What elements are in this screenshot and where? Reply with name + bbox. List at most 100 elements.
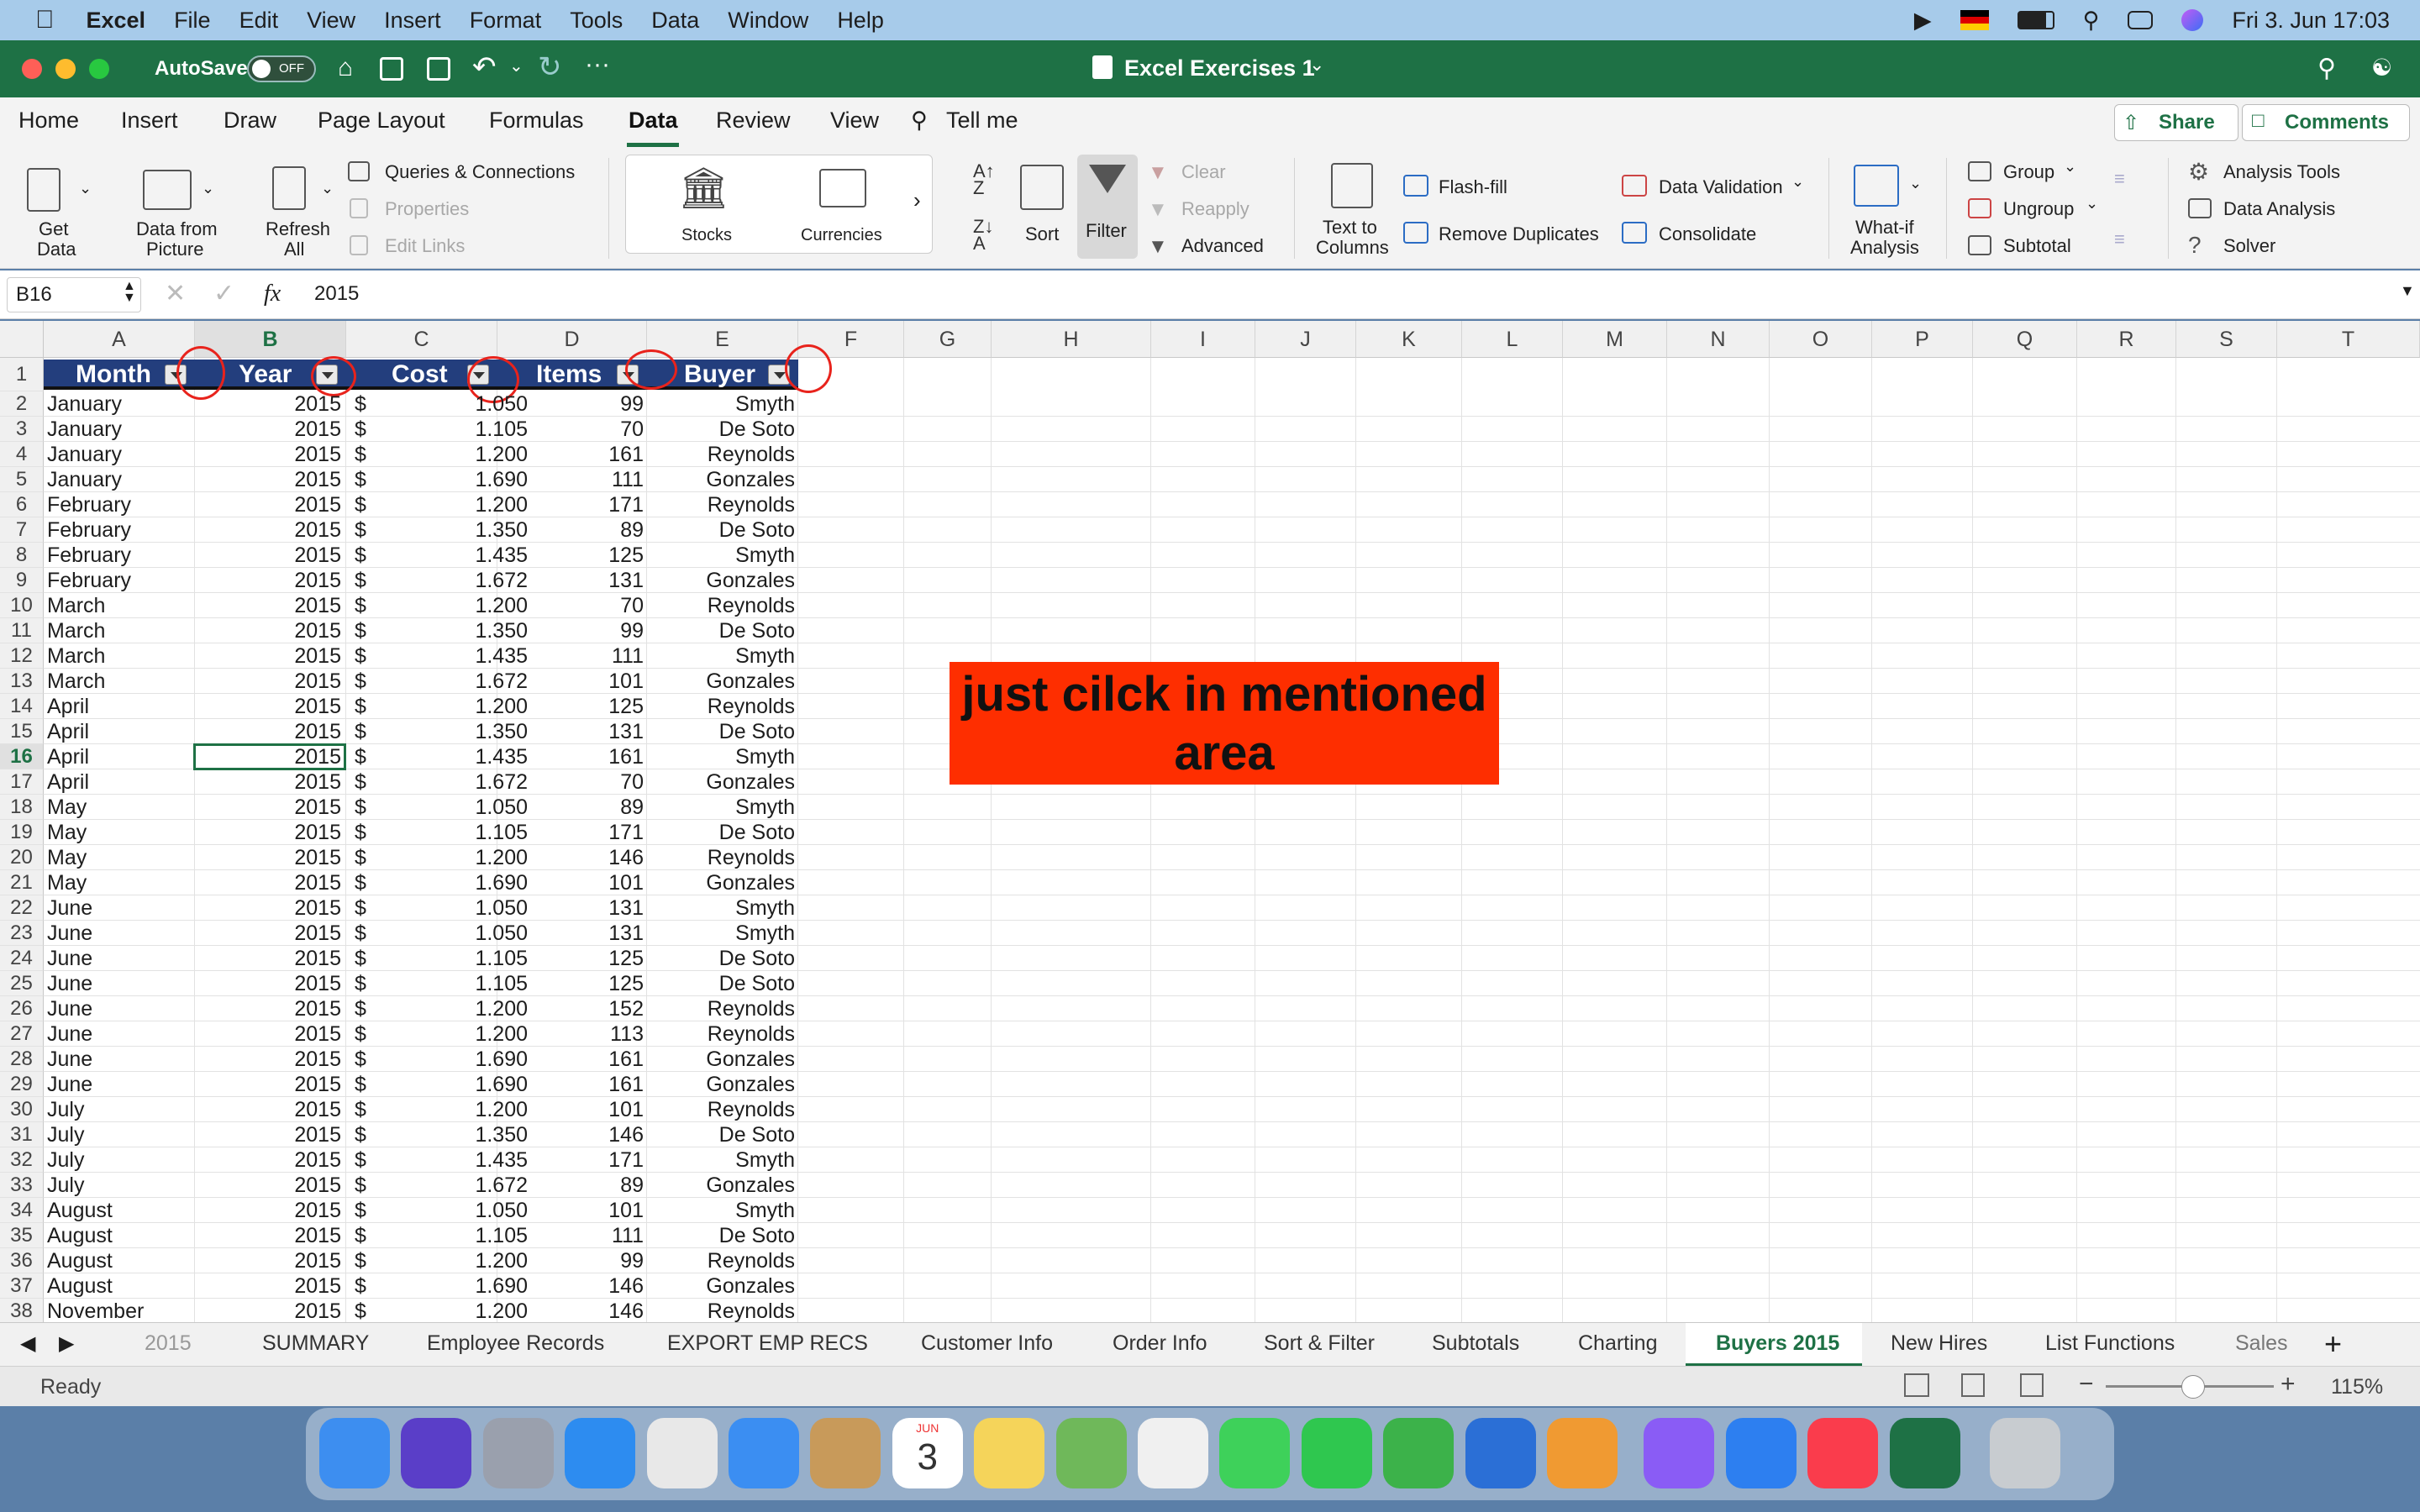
row-header[interactable]: 30 bbox=[0, 1097, 44, 1122]
cell-year[interactable]: 2015 bbox=[195, 467, 341, 492]
cell-buyer[interactable]: Gonzales bbox=[649, 769, 795, 795]
table-row[interactable]: January 2015 $ 1.050 99 Smyth bbox=[44, 391, 798, 417]
cell-buyer[interactable]: De Soto bbox=[649, 1122, 795, 1147]
zoom-out-icon[interactable]: − bbox=[2079, 1370, 2094, 1399]
row-header[interactable]: 36 bbox=[0, 1248, 44, 1273]
cell-month[interactable]: July bbox=[47, 1122, 190, 1147]
facetime-icon[interactable] bbox=[1301, 1418, 1372, 1488]
finder-icon[interactable] bbox=[319, 1418, 390, 1488]
tab-formulas[interactable]: Formulas bbox=[489, 108, 584, 134]
cell-year[interactable]: 2015 bbox=[195, 669, 341, 694]
cell-month[interactable]: August bbox=[47, 1273, 190, 1299]
cell-items[interactable]: 70 bbox=[497, 769, 644, 795]
cell-buyer[interactable]: Reynolds bbox=[649, 593, 795, 618]
trash-icon[interactable] bbox=[1990, 1418, 2060, 1488]
menu-view[interactable]: View bbox=[307, 8, 355, 34]
messages-icon[interactable] bbox=[1219, 1418, 1291, 1488]
table-row[interactable]: June 2015 $ 1.105 125 De Soto bbox=[44, 971, 798, 996]
cell-year[interactable]: 2015 bbox=[195, 845, 341, 870]
cell-year[interactable]: 2015 bbox=[195, 870, 341, 895]
cell-buyer[interactable]: De Soto bbox=[649, 618, 795, 643]
row-header[interactable]: 3 bbox=[0, 417, 44, 442]
row-header[interactable]: 27 bbox=[0, 1021, 44, 1047]
tab-insert[interactable]: Insert bbox=[121, 108, 178, 134]
queries-connections-button[interactable]: Queries & Connections bbox=[385, 161, 575, 183]
data-validation-button[interactable]: Data Validation bbox=[1659, 176, 1783, 198]
table-row[interactable]: August 2015 $ 1.200 99 Reynolds bbox=[44, 1248, 798, 1273]
cell-currency[interactable]: $ bbox=[355, 467, 366, 492]
row-header[interactable]: 7 bbox=[0, 517, 44, 543]
column-header-C[interactable]: C bbox=[346, 321, 497, 358]
table-row[interactable]: August 2015 $ 1.050 101 Smyth bbox=[44, 1198, 798, 1223]
cell-year[interactable]: 2015 bbox=[195, 618, 341, 643]
cell-currency[interactable]: $ bbox=[355, 1097, 366, 1122]
cell-buyer[interactable]: De Soto bbox=[649, 820, 795, 845]
cell-buyer[interactable]: De Soto bbox=[649, 946, 795, 971]
table-row[interactable]: January 2015 $ 1.690 111 Gonzales bbox=[44, 467, 798, 492]
table-row[interactable]: May 2015 $ 1.050 89 Smyth bbox=[44, 795, 798, 820]
cell-month[interactable]: August bbox=[47, 1198, 190, 1223]
column-header-Q[interactable]: Q bbox=[1973, 321, 2077, 358]
cell-currency[interactable]: $ bbox=[355, 1273, 366, 1299]
cell-items[interactable]: 99 bbox=[497, 391, 644, 417]
table-row[interactable]: March 2015 $ 1.200 70 Reynolds bbox=[44, 593, 798, 618]
worksheet-grid[interactable]: A B C D E F G H I J K L M N O P Q R S T 1 2 3 4 5 6 7 8 9 10 11 12 13 14 1… bbox=[0, 321, 2420, 1322]
cell-buyer[interactable]: Gonzales bbox=[649, 669, 795, 694]
column-header-J[interactable]: J bbox=[1255, 321, 1356, 358]
keynote-icon[interactable] bbox=[1465, 1418, 1536, 1488]
formula-expand-icon[interactable]: ▼ bbox=[2400, 282, 2415, 300]
gallery-next-icon[interactable]: › bbox=[913, 187, 921, 213]
table-row[interactable]: June 2015 $ 1.050 131 Smyth bbox=[44, 895, 798, 921]
cell-items[interactable]: 125 bbox=[497, 694, 644, 719]
pages-icon[interactable] bbox=[1547, 1418, 1618, 1488]
row-header[interactable]: 2 bbox=[0, 391, 44, 417]
ungroup-dropdown-icon[interactable]: ⌄ bbox=[2086, 195, 2098, 213]
cell-year[interactable]: 2015 bbox=[195, 1147, 341, 1173]
table-row[interactable]: June 2015 $ 1.105 125 De Soto bbox=[44, 946, 798, 971]
row-header[interactable]: 4 bbox=[0, 442, 44, 467]
cell-currency[interactable]: $ bbox=[355, 895, 366, 921]
row-header[interactable]: 34 bbox=[0, 1198, 44, 1223]
menu-insert[interactable]: Insert bbox=[384, 8, 441, 34]
cell-buyer[interactable]: Gonzales bbox=[649, 1273, 795, 1299]
cell-items[interactable]: 89 bbox=[497, 1173, 644, 1198]
cell-year[interactable]: 2015 bbox=[195, 719, 341, 744]
row-header[interactable]: 38 bbox=[0, 1299, 44, 1322]
cell-month[interactable]: June bbox=[47, 996, 190, 1021]
cell-currency[interactable]: $ bbox=[355, 568, 366, 593]
cell-buyer[interactable]: Reynolds bbox=[649, 442, 795, 467]
row-header[interactable]: 19 bbox=[0, 820, 44, 845]
sheet-tab[interactable]: Sort & Filter bbox=[1264, 1331, 1375, 1356]
tab-home[interactable]: Home bbox=[18, 108, 79, 134]
cell-buyer[interactable]: De Soto bbox=[649, 1223, 795, 1248]
cell-year[interactable]: 2015 bbox=[195, 1273, 341, 1299]
account-icon[interactable]: ☯ bbox=[2371, 54, 2392, 81]
cell-items[interactable]: 70 bbox=[497, 417, 644, 442]
cell-month[interactable]: June bbox=[47, 921, 190, 946]
table-row[interactable]: April 2015 $ 1.435 161 Smyth bbox=[44, 744, 798, 769]
name-box[interactable]: B16 bbox=[7, 277, 141, 312]
table-row[interactable]: February 2015 $ 1.350 89 De Soto bbox=[44, 517, 798, 543]
cell-month[interactable]: January bbox=[47, 442, 190, 467]
sheet-tab[interactable]: New Hires bbox=[1891, 1331, 1987, 1356]
tab-review[interactable]: Review bbox=[716, 108, 791, 134]
cell-currency[interactable]: $ bbox=[355, 643, 366, 669]
title-chevron-icon[interactable]: ⌄ bbox=[1309, 54, 1324, 76]
sheet-tab[interactable]: SUMMARY bbox=[262, 1331, 369, 1356]
table-row[interactable]: March 2015 $ 1.672 101 Gonzales bbox=[44, 669, 798, 694]
column-header-K[interactable]: K bbox=[1356, 321, 1462, 358]
cell-month[interactable]: March bbox=[47, 593, 190, 618]
cell-year[interactable]: 2015 bbox=[195, 643, 341, 669]
cell-items[interactable]: 131 bbox=[497, 895, 644, 921]
cell-buyer[interactable]: Gonzales bbox=[649, 467, 795, 492]
cell-currency[interactable]: $ bbox=[355, 1299, 366, 1322]
row-header[interactable]: 17 bbox=[0, 769, 44, 795]
cell-items[interactable]: 89 bbox=[497, 795, 644, 820]
consolidate-button[interactable]: Consolidate bbox=[1659, 223, 1756, 245]
hide-detail-icon[interactable]: ≡ bbox=[2114, 228, 2125, 250]
column-header-L[interactable]: L bbox=[1462, 321, 1563, 358]
data-validation-dropdown-icon[interactable]: ⌄ bbox=[1791, 173, 1804, 191]
cell-currency[interactable]: $ bbox=[355, 669, 366, 694]
cell-items[interactable]: 101 bbox=[497, 1097, 644, 1122]
cell-month[interactable]: May bbox=[47, 795, 190, 820]
